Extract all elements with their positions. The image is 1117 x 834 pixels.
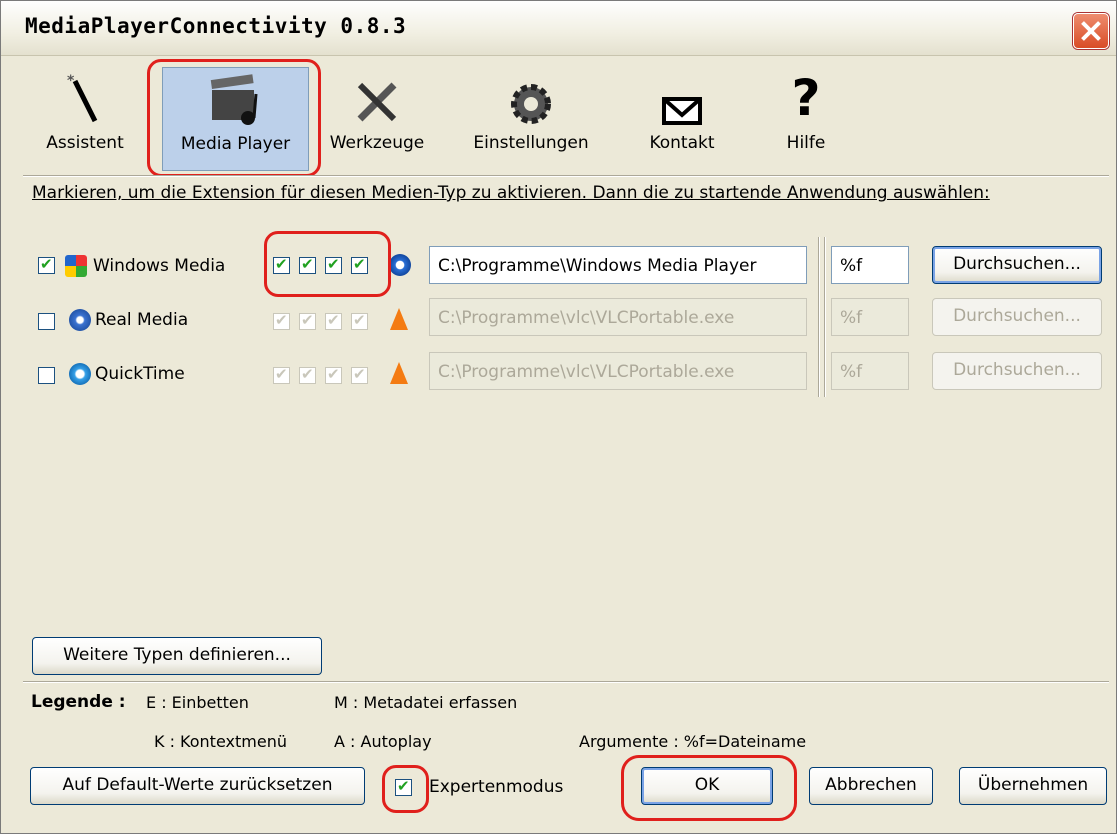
flag-k-checkbox[interactable]	[299, 311, 316, 330]
close-button[interactable]	[1073, 13, 1109, 49]
wand-icon: *	[35, 67, 135, 127]
flag-k-checkbox[interactable]	[299, 365, 316, 384]
define-more-types-button[interactable]: Weitere Typen definieren...	[32, 637, 322, 675]
flag-a-checkbox[interactable]	[351, 365, 368, 384]
reset-defaults-button[interactable]: Auf Default-Werte zurücksetzen	[30, 767, 365, 805]
windows-logo-icon	[65, 255, 87, 277]
highlight-flags	[264, 231, 391, 297]
tool-kontakt[interactable]: Kontakt	[627, 67, 737, 169]
vlc-cone-icon	[390, 308, 408, 330]
args-field[interactable]: %f	[831, 352, 909, 390]
args-field[interactable]: %f	[831, 246, 909, 284]
highlight-ok-button	[621, 755, 797, 821]
title-bar: MediaPlayerConnectivity 0.8.3	[1, 1, 1116, 56]
column-divider	[824, 237, 826, 397]
tools-icon	[317, 67, 437, 127]
legend-args: Argumente : %f=Dateiname	[579, 732, 807, 751]
browse-button[interactable]: Durchsuchen...	[932, 352, 1102, 390]
vlc-cone-icon	[390, 362, 408, 384]
flag-m-checkbox[interactable]	[325, 365, 342, 384]
flag-e-checkbox[interactable]	[273, 311, 290, 330]
envelope-icon	[627, 67, 737, 127]
media-type-label: Real Media	[95, 310, 189, 330]
quicktime-icon	[69, 363, 91, 385]
tool-hilfe[interactable]: ? Hilfe	[761, 67, 851, 169]
apply-button[interactable]: Übernehmen	[959, 767, 1107, 805]
legend-m: M : Metadatei erfassen	[334, 693, 518, 712]
app-window: MediaPlayerConnectivity 0.8.3 * Assisten…	[0, 0, 1117, 834]
toolbar-separator	[23, 175, 1109, 177]
legend-a: A : Autoplay	[334, 732, 432, 751]
gear-icon	[461, 67, 601, 127]
enable-windows-media-checkbox[interactable]	[38, 255, 55, 274]
cancel-button[interactable]: Abbrechen	[809, 767, 933, 805]
browse-button[interactable]: Durchsuchen...	[932, 246, 1102, 284]
tool-label: Hilfe	[786, 133, 826, 153]
tool-werkzeuge[interactable]: Werkzeuge	[317, 67, 437, 169]
tool-einstellungen[interactable]: Einstellungen	[461, 67, 601, 169]
enable-quicktime-checkbox[interactable]	[38, 367, 55, 384]
player-path-field[interactable]: C:\Programme\Windows Media Player	[429, 246, 807, 284]
browse-button[interactable]: Durchsuchen...	[932, 298, 1102, 336]
tool-assistent[interactable]: * Assistent	[35, 67, 135, 169]
column-divider	[818, 237, 820, 397]
window-title: MediaPlayerConnectivity 0.8.3	[25, 14, 407, 38]
args-field[interactable]: %f	[831, 298, 909, 336]
tool-label: Assistent	[46, 133, 124, 153]
media-type-label: QuickTime	[95, 364, 185, 384]
question-icon: ?	[791, 69, 821, 127]
wmp-icon	[389, 254, 411, 276]
highlight-media-player	[147, 59, 321, 177]
legend-separator	[23, 681, 1109, 683]
tool-label: Werkzeuge	[329, 133, 425, 153]
highlight-expert-checkbox	[382, 765, 429, 813]
realmedia-icon	[69, 309, 91, 331]
legend-title: Legende :	[31, 692, 126, 712]
expert-mode-label: Expertenmodus	[429, 777, 564, 797]
flag-m-checkbox[interactable]	[325, 311, 342, 330]
flag-a-checkbox[interactable]	[351, 311, 368, 330]
media-type-label: Windows Media	[93, 256, 226, 276]
legend-k: K : Kontextmenü	[154, 732, 287, 751]
instruction-text: Markieren, um die Extension für diesen M…	[32, 183, 990, 203]
player-path-field[interactable]: C:\Programme\vlc\VLCPortable.exe	[429, 352, 807, 390]
tool-label: Kontakt	[649, 133, 715, 153]
legend-e: E : Einbetten	[146, 693, 249, 712]
enable-real-media-checkbox[interactable]	[38, 313, 55, 330]
tool-label: Einstellungen	[473, 133, 589, 153]
flag-e-checkbox[interactable]	[273, 365, 290, 384]
player-path-field[interactable]: C:\Programme\vlc\VLCPortable.exe	[429, 298, 807, 336]
svg-text:*: *	[67, 73, 75, 89]
